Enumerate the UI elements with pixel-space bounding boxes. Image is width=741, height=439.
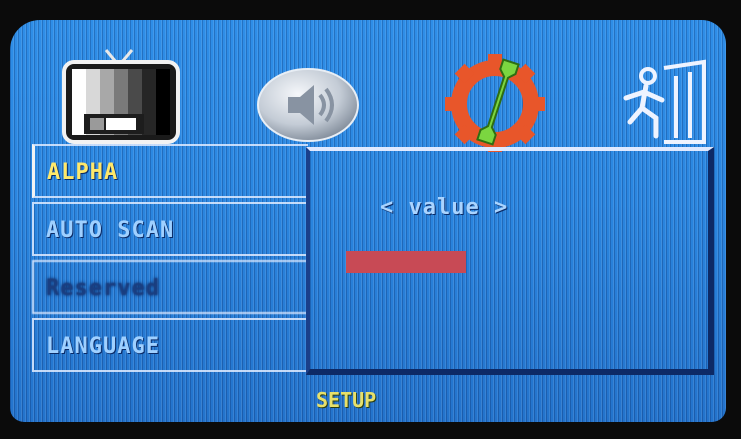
value-panel: < value >	[306, 147, 714, 375]
menu-item-reserved: Reserved	[32, 260, 308, 314]
osd-screen: ALPHA AUTO SCAN Reserved LANGUAGE < valu…	[10, 20, 726, 422]
tv-picture-icon[interactable]	[62, 48, 182, 144]
menu-item-label: ALPHA	[47, 160, 119, 185]
value-selector[interactable]: < value >	[380, 195, 508, 220]
menu-item-auto-scan[interactable]: AUTO SCAN	[32, 202, 308, 256]
setup-footer-label: SETUP	[316, 388, 377, 412]
speaker-icon[interactable]	[254, 65, 362, 145]
menu-item-label: AUTO SCAN	[46, 218, 175, 243]
setup-menu: ALPHA AUTO SCAN Reserved LANGUAGE	[32, 144, 310, 376]
menu-item-label: Reserved	[46, 276, 160, 301]
menu-item-label: LANGUAGE	[46, 334, 160, 359]
exit-door-icon[interactable]	[612, 58, 712, 146]
value-bar	[346, 251, 466, 273]
menu-item-alpha[interactable]: ALPHA	[32, 144, 308, 198]
setup-gear-wrench-icon[interactable]	[440, 50, 550, 154]
menu-item-language[interactable]: LANGUAGE	[32, 318, 308, 372]
